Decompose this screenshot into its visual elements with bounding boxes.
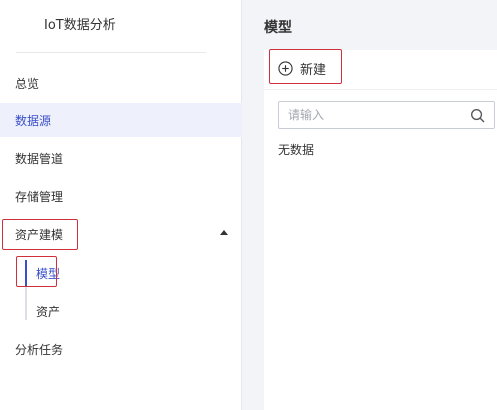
- sidebar-item-label: 分析任务: [15, 342, 64, 357]
- sidebar-item-label: 存储管理: [15, 189, 64, 204]
- caret-up-icon[interactable]: [220, 230, 228, 235]
- sidebar-item-label: 数据管道: [15, 151, 64, 166]
- toolbar: 新建: [264, 50, 497, 90]
- sidebar-item-overview[interactable]: 总览: [0, 66, 242, 100]
- sidebar-item-analysis-task[interactable]: 分析任务: [0, 332, 242, 366]
- sidebar-subitem-label: 资产: [36, 305, 61, 319]
- new-button-label: 新建: [300, 63, 327, 78]
- app-title: IoT数据分析: [44, 18, 116, 33]
- new-button[interactable]: 新建: [278, 59, 326, 78]
- sidebar-item-pipeline[interactable]: 数据管道: [0, 141, 242, 175]
- search-box: [278, 101, 495, 129]
- sidebar-item-label: 资产建模: [15, 227, 64, 242]
- submenu-line: [25, 260, 27, 320]
- submenu-active-indicator: [25, 260, 27, 286]
- sidebar-divider: [16, 52, 206, 53]
- sidebar-item-asset-modeling[interactable]: 资产建模: [0, 217, 242, 251]
- search-icon[interactable]: [470, 108, 485, 123]
- sidebar-item-label: 总览: [15, 76, 40, 91]
- sidebar-item-datasource[interactable]: 数据源: [0, 103, 242, 137]
- empty-state-text: 无数据: [278, 143, 315, 157]
- search-input[interactable]: [279, 102, 459, 128]
- page-title: 模型: [264, 20, 292, 36]
- sidebar-subitem-asset[interactable]: 资产: [36, 303, 60, 320]
- sidebar-item-label: 数据源: [15, 113, 52, 128]
- main-content: 模型 新建 无数据: [250, 0, 497, 410]
- plus-circle-icon: [278, 61, 293, 76]
- sidebar-subitem-model[interactable]: 模型: [36, 265, 60, 282]
- sidebar-item-storage[interactable]: 存储管理: [0, 179, 242, 213]
- content-panel: 新建 无数据: [264, 50, 497, 410]
- sidebar: IoT数据分析 总览 数据源 数据管道 存储管理 资产建模 模型 资产 分析任务: [0, 0, 242, 410]
- sidebar-subitem-label: 模型: [36, 267, 61, 281]
